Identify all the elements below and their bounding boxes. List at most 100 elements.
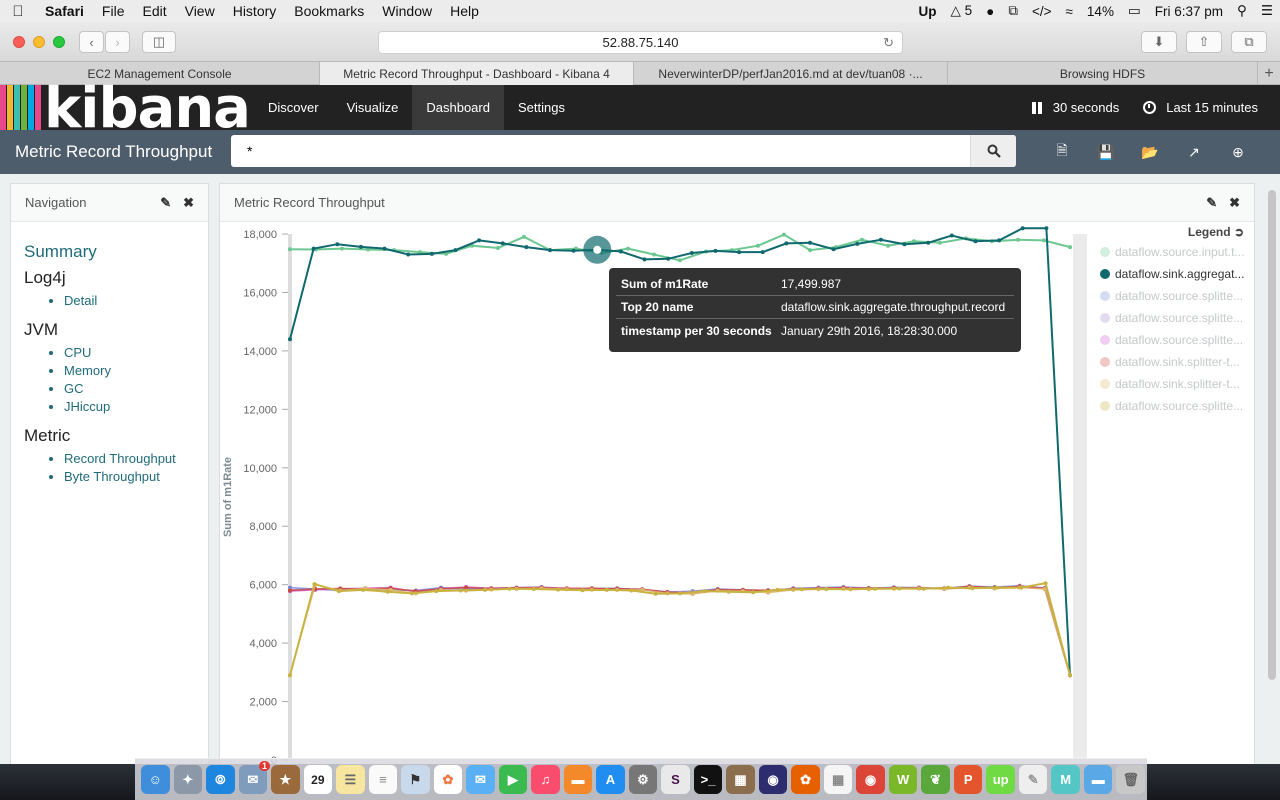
close-window-icon[interactable] — [13, 36, 25, 48]
battery-icon[interactable]: ▭ — [1121, 3, 1148, 19]
reload-icon[interactable]: ↻ — [883, 35, 894, 51]
apple-icon[interactable]:  — [0, 3, 36, 20]
reminders-icon[interactable]: ≡ — [368, 765, 398, 794]
menu-app-safari[interactable]: Safari — [36, 3, 93, 19]
contacts-icon[interactable]: ★ — [271, 765, 300, 794]
zoom-window-icon[interactable] — [53, 36, 65, 48]
chrome-icon[interactable]: ◉ — [856, 765, 885, 794]
nav-link-jhiccup[interactable]: JHiccup — [64, 398, 195, 416]
share-dashboard-icon[interactable]: ↗ — [1172, 130, 1216, 174]
refresh-interval[interactable]: 30 seconds — [1053, 100, 1120, 115]
legend-item[interactable]: dataflow.sink.aggregat... — [1098, 263, 1248, 285]
grid-app-icon[interactable]: ▦ — [823, 765, 853, 794]
system-preferences-icon[interactable]: ⚙ — [628, 765, 658, 794]
menu-view[interactable]: View — [176, 3, 224, 19]
sidebar-icon[interactable]: ◫ — [142, 31, 176, 53]
address-bar[interactable]: 52.88.75.140 ↻ — [378, 31, 903, 54]
pause-icon[interactable] — [1031, 101, 1043, 114]
legend-item[interactable]: dataflow.source.splitte... — [1098, 395, 1248, 417]
nav-link-gc[interactable]: GC — [64, 380, 195, 398]
itunes-icon[interactable]: ♫ — [531, 765, 560, 794]
code-status-icon[interactable]: </> — [1025, 4, 1059, 19]
forward-icon[interactable]: › — [105, 31, 130, 53]
nav-link-record-throughput[interactable]: Record Throughput — [64, 450, 195, 468]
messages-icon[interactable]: ✉ — [466, 765, 495, 794]
slack-icon[interactable]: S — [661, 765, 690, 794]
save-dashboard-icon[interactable]: 💾 — [1084, 130, 1128, 174]
legend-item[interactable]: dataflow.sink.splitter-t... — [1098, 351, 1248, 373]
upwork-icon[interactable]: up — [986, 765, 1015, 794]
textedit-icon[interactable]: ✎ — [1018, 765, 1048, 794]
clock[interactable]: Fri 6:37 pm — [1148, 4, 1230, 19]
nav-link-memory[interactable]: Memory — [64, 362, 195, 380]
search-button[interactable] — [970, 135, 1016, 167]
adobe-status-icon[interactable]: △ 5 — [944, 3, 980, 19]
calendar-icon[interactable]: 29 — [303, 765, 333, 794]
maps-icon[interactable]: ⚑ — [401, 765, 430, 794]
evernote-icon[interactable]: ❦ — [921, 765, 950, 794]
legend-item[interactable]: dataflow.source.input.t... — [1098, 241, 1248, 263]
menu-bookmarks[interactable]: Bookmarks — [285, 3, 373, 19]
launchpad-icon[interactable]: ✦ — [173, 765, 203, 794]
finder-icon[interactable]: ☺ — [141, 765, 170, 794]
nav-discover[interactable]: Discover — [254, 85, 333, 130]
wunderlist-icon[interactable]: W — [888, 765, 918, 794]
close-icon[interactable]: ✖ — [1229, 195, 1240, 211]
menu-history[interactable]: History — [224, 3, 286, 19]
add-visualization-icon[interactable]: ⊕ — [1216, 130, 1260, 174]
nav-settings[interactable]: Settings — [504, 85, 579, 130]
firefox-icon[interactable]: ✿ — [791, 765, 820, 794]
legend-item[interactable]: dataflow.source.splitte... — [1098, 329, 1248, 351]
legend-toggle[interactable]: Legend ➲ — [1098, 222, 1248, 241]
wifi-icon[interactable]: ≈ — [1059, 4, 1080, 19]
notes-icon[interactable]: ☰ — [336, 765, 365, 794]
markdown-app-icon[interactable]: M — [1051, 765, 1080, 794]
chat-status-icon[interactable]: ● — [979, 4, 1001, 19]
edit-icon[interactable]: ✎ — [160, 195, 171, 211]
tab-github[interactable]: NeverwinterDP/perfJan2016.md at dev/tuan… — [634, 62, 948, 85]
nav-visualize[interactable]: Visualize — [333, 85, 413, 130]
notification-center-icon[interactable]: ☰ — [1254, 3, 1280, 19]
mail-icon[interactable]: ✉ 1 — [238, 761, 271, 794]
page-scrollbar[interactable] — [1268, 190, 1276, 680]
battery-percent[interactable]: 14% — [1080, 4, 1121, 19]
nav-link-summary[interactable]: Summary — [24, 242, 195, 262]
safari-icon[interactable]: ⦾ — [206, 765, 235, 794]
screens-status-icon[interactable]: ⧉ — [1001, 3, 1025, 19]
legend-item[interactable]: dataflow.sink.splitter-t... — [1098, 373, 1248, 395]
upwork-status-icon[interactable]: Up — [912, 4, 944, 19]
activity-monitor-icon[interactable]: ▦ — [726, 765, 755, 794]
tab-kibana[interactable]: Metric Record Throughput - Dashboard - K… — [320, 62, 634, 85]
nav-dashboard[interactable]: Dashboard — [412, 85, 504, 130]
edit-icon[interactable]: ✎ — [1206, 195, 1217, 211]
new-dashboard-icon[interactable]: 🗎 — [1040, 130, 1084, 174]
nav-link-detail[interactable]: Detail — [64, 292, 195, 310]
legend-item[interactable]: dataflow.source.splitte... — [1098, 285, 1248, 307]
open-dashboard-icon[interactable]: 📂 — [1128, 130, 1172, 174]
menu-edit[interactable]: Edit — [133, 3, 175, 19]
query-input[interactable] — [231, 135, 969, 167]
facetime-icon[interactable]: ▶ — [498, 765, 528, 794]
menu-window[interactable]: Window — [373, 3, 441, 19]
terminal-icon[interactable]: >_ — [693, 765, 723, 794]
back-icon[interactable]: ‹ — [79, 31, 104, 53]
downloads-icon[interactable]: ⬇ — [1141, 31, 1177, 53]
nav-link-byte-throughput[interactable]: Byte Throughput — [64, 468, 195, 486]
time-range[interactable]: Last 15 minutes — [1166, 100, 1258, 115]
app-store-icon[interactable]: A — [596, 765, 625, 794]
spotlight-icon[interactable]: ⚲ — [1230, 3, 1254, 19]
photos-icon[interactable]: ✿ — [433, 765, 463, 794]
tab-overview-icon[interactable]: ⧉ — [1231, 31, 1267, 53]
menu-file[interactable]: File — [93, 3, 134, 19]
minimize-window-icon[interactable] — [33, 36, 45, 48]
menu-help[interactable]: Help — [441, 3, 488, 19]
trash-icon[interactable]: 🗑 — [1116, 765, 1145, 794]
tab-hdfs[interactable]: Browsing HDFS — [948, 62, 1258, 85]
nav-link-cpu[interactable]: CPU — [64, 344, 195, 362]
kibana-logo[interactable]: kibana — [0, 76, 252, 141]
legend-item[interactable]: dataflow.source.splitte... — [1098, 307, 1248, 329]
close-icon[interactable]: ✖ — [183, 195, 194, 211]
downloads-folder-icon[interactable]: ▬ — [1083, 765, 1113, 794]
new-tab-button[interactable]: + — [1258, 62, 1280, 85]
share-icon[interactable]: ⇧ — [1186, 31, 1222, 53]
